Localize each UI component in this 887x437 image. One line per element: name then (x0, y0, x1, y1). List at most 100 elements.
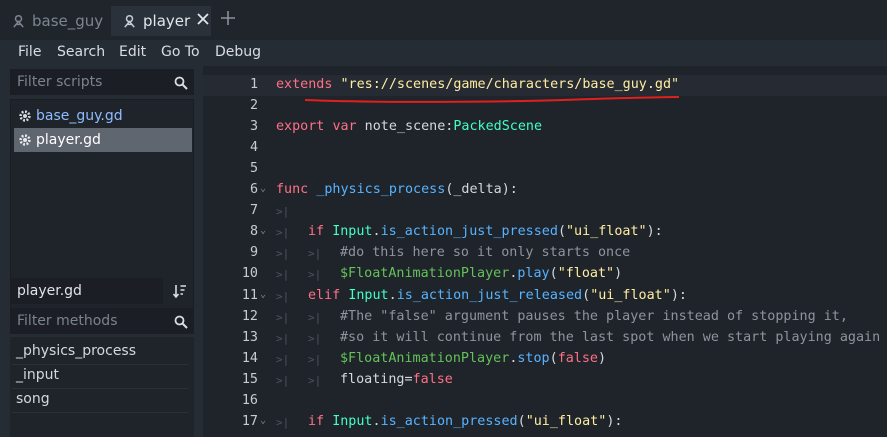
tab-marker-icon: >| (308, 247, 322, 261)
code-text: elif Input.is_action_just_released("ui_f… (308, 287, 687, 303)
method-item[interactable]: _input (16, 367, 59, 383)
tab-marker-icon: >| (276, 331, 290, 345)
tab-marker-icon: >| (276, 289, 290, 303)
tab-label: player (143, 12, 191, 30)
line-number: 3 (249, 119, 258, 135)
line-number: 13 (241, 329, 258, 345)
code-line[interactable]: 14 >| >| $FloatAnimationPlayer.stop(false) (203, 349, 887, 370)
annotation-underline (304, 96, 680, 103)
menu-go-to[interactable]: Go To (161, 44, 200, 60)
tab-marker-icon: >| (276, 268, 290, 282)
code-text: floating=false (340, 371, 453, 387)
code-line[interactable]: 15 >| >| floating=false (203, 370, 887, 391)
code-line[interactable]: 13 >| >| #so it will continue from the last… (203, 328, 887, 349)
divider (12, 412, 188, 413)
line-number: 9 (249, 245, 258, 261)
line-number: 15 (241, 371, 258, 387)
menu-search[interactable]: Search (57, 44, 105, 60)
tab-player[interactable]: player (111, 6, 211, 36)
script-name: base_guy.gd (36, 108, 123, 124)
divider (12, 388, 188, 389)
scripts-panel: Filter scripts base_guy.gd player.gd pla… (0, 66, 203, 437)
script-tab-bar: base_guy player (0, 0, 887, 40)
code-line[interactable]: 1 extends "res://scenes/game/characters/b… (203, 75, 887, 96)
fold-arrow-icon[interactable]: ⌄ (260, 225, 266, 236)
script-item-player[interactable]: player.gd (14, 128, 192, 152)
script-name: player.gd (36, 132, 101, 148)
fold-arrow-icon[interactable]: ⌄ (260, 289, 266, 300)
line-number: 1 (249, 77, 258, 92)
code-line[interactable]: 6 ⌄ func _physics_process(_delta): (203, 180, 887, 201)
code-text: export var note_scene:PackedScene (276, 119, 543, 135)
tab-marker-icon: >| (276, 247, 290, 261)
line-number: 2 (249, 98, 258, 114)
code-line[interactable]: 16 (203, 391, 887, 412)
script-item-base-guy[interactable]: base_guy.gd (14, 104, 192, 128)
sort-icon[interactable] (172, 283, 188, 299)
divider (12, 364, 188, 365)
code-line[interactable]: 17 ⌄ >| if Input.is_action_pressed("ui_floa… (203, 412, 887, 433)
tab-marker-icon: >| (308, 373, 322, 387)
tab-marker-icon: >| (308, 268, 322, 282)
tab-marker-icon: >| (276, 352, 290, 366)
code-line[interactable]: 12 >| >| #The "false" argument pauses the p… (203, 307, 887, 328)
tab-base-guy[interactable]: base_guy (10, 6, 108, 36)
tab-marker-icon: >| (276, 373, 290, 387)
menu-bar: File Search Edit Go To Debug (0, 40, 887, 66)
code-text: extends "res://scenes/game/characters/ba… (276, 77, 680, 92)
method-item[interactable]: song (16, 391, 50, 407)
close-icon[interactable] (195, 12, 211, 28)
code-text: func _physics_process(_delta): (276, 182, 518, 198)
line-number: 10 (241, 266, 258, 282)
line-number: 6 (249, 182, 258, 198)
tab-marker-icon: >| (276, 415, 290, 429)
gear-icon (17, 109, 32, 124)
code-line[interactable]: 3 export var note_scene:PackedScene (203, 117, 887, 138)
filter-methods-input[interactable]: Filter methods (10, 308, 194, 334)
code-text: #The "false" argument pauses the player … (340, 308, 848, 324)
fold-arrow-icon[interactable]: ⌄ (260, 415, 266, 426)
filter-scripts-input[interactable]: Filter scripts (10, 69, 194, 95)
menu-edit[interactable]: Edit (119, 44, 146, 60)
line-number: 8 (249, 224, 258, 240)
line-number: 16 (241, 392, 258, 408)
code-line[interactable]: 7 >| (203, 201, 887, 222)
script-robot-icon (10, 13, 26, 29)
tab-marker-icon: >| (276, 226, 290, 240)
code-text: $FloatAnimationPlayer.play("float") (340, 266, 623, 282)
line-number: 14 (241, 350, 258, 366)
code-text: #so it will continue from the last spot … (340, 329, 881, 345)
line-number: 12 (241, 308, 258, 324)
line-number: 11 (241, 287, 258, 303)
gear-icon (17, 133, 32, 148)
line-number: 5 (249, 161, 258, 177)
code-text: if Input.is_action_pressed("ui_float"): (308, 413, 623, 429)
code-editor[interactable]: 1 extends "res://scenes/game/characters/b… (203, 66, 887, 437)
method-item[interactable]: _physics_process (16, 343, 136, 359)
tab-marker-icon: >| (308, 352, 322, 366)
code-line[interactable]: 4 (203, 138, 887, 159)
tab-marker-icon: >| (276, 205, 290, 219)
current-script-field[interactable]: player.gd (10, 278, 163, 304)
tab-marker-icon: >| (308, 310, 322, 324)
tab-marker-icon: >| (276, 310, 290, 324)
fold-arrow-icon[interactable]: ⌄ (260, 183, 266, 194)
code-line[interactable]: 9 >| >| #do this here so it only starts onc… (203, 243, 887, 264)
code-line[interactable]: 8 ⌄ >| if Input.is_action_just_pressed("ui_… (203, 222, 887, 243)
code-line[interactable]: 11 ⌄ >| elif Input.is_action_just_released(… (203, 286, 887, 307)
code-text: $FloatAnimationPlayer.stop(false) (340, 350, 607, 366)
methods-list: _physics_process _input song (10, 337, 194, 437)
script-robot-icon (121, 13, 137, 29)
tab-label: base_guy (32, 12, 104, 30)
search-icon (174, 314, 188, 329)
line-number: 17 (241, 413, 258, 429)
plus-icon[interactable] (218, 9, 238, 29)
tab-marker-icon: >| (308, 331, 322, 345)
code-line[interactable]: 5 (203, 159, 887, 180)
line-number: 4 (249, 140, 258, 156)
menu-debug[interactable]: Debug (215, 44, 261, 60)
code-text: if Input.is_action_just_pressed("ui_floa… (308, 224, 663, 240)
menu-file[interactable]: File (18, 44, 41, 60)
line-number: 7 (249, 203, 258, 219)
code-line[interactable]: 10 >| >| $FloatAnimationPlayer.play("float"… (203, 264, 887, 285)
